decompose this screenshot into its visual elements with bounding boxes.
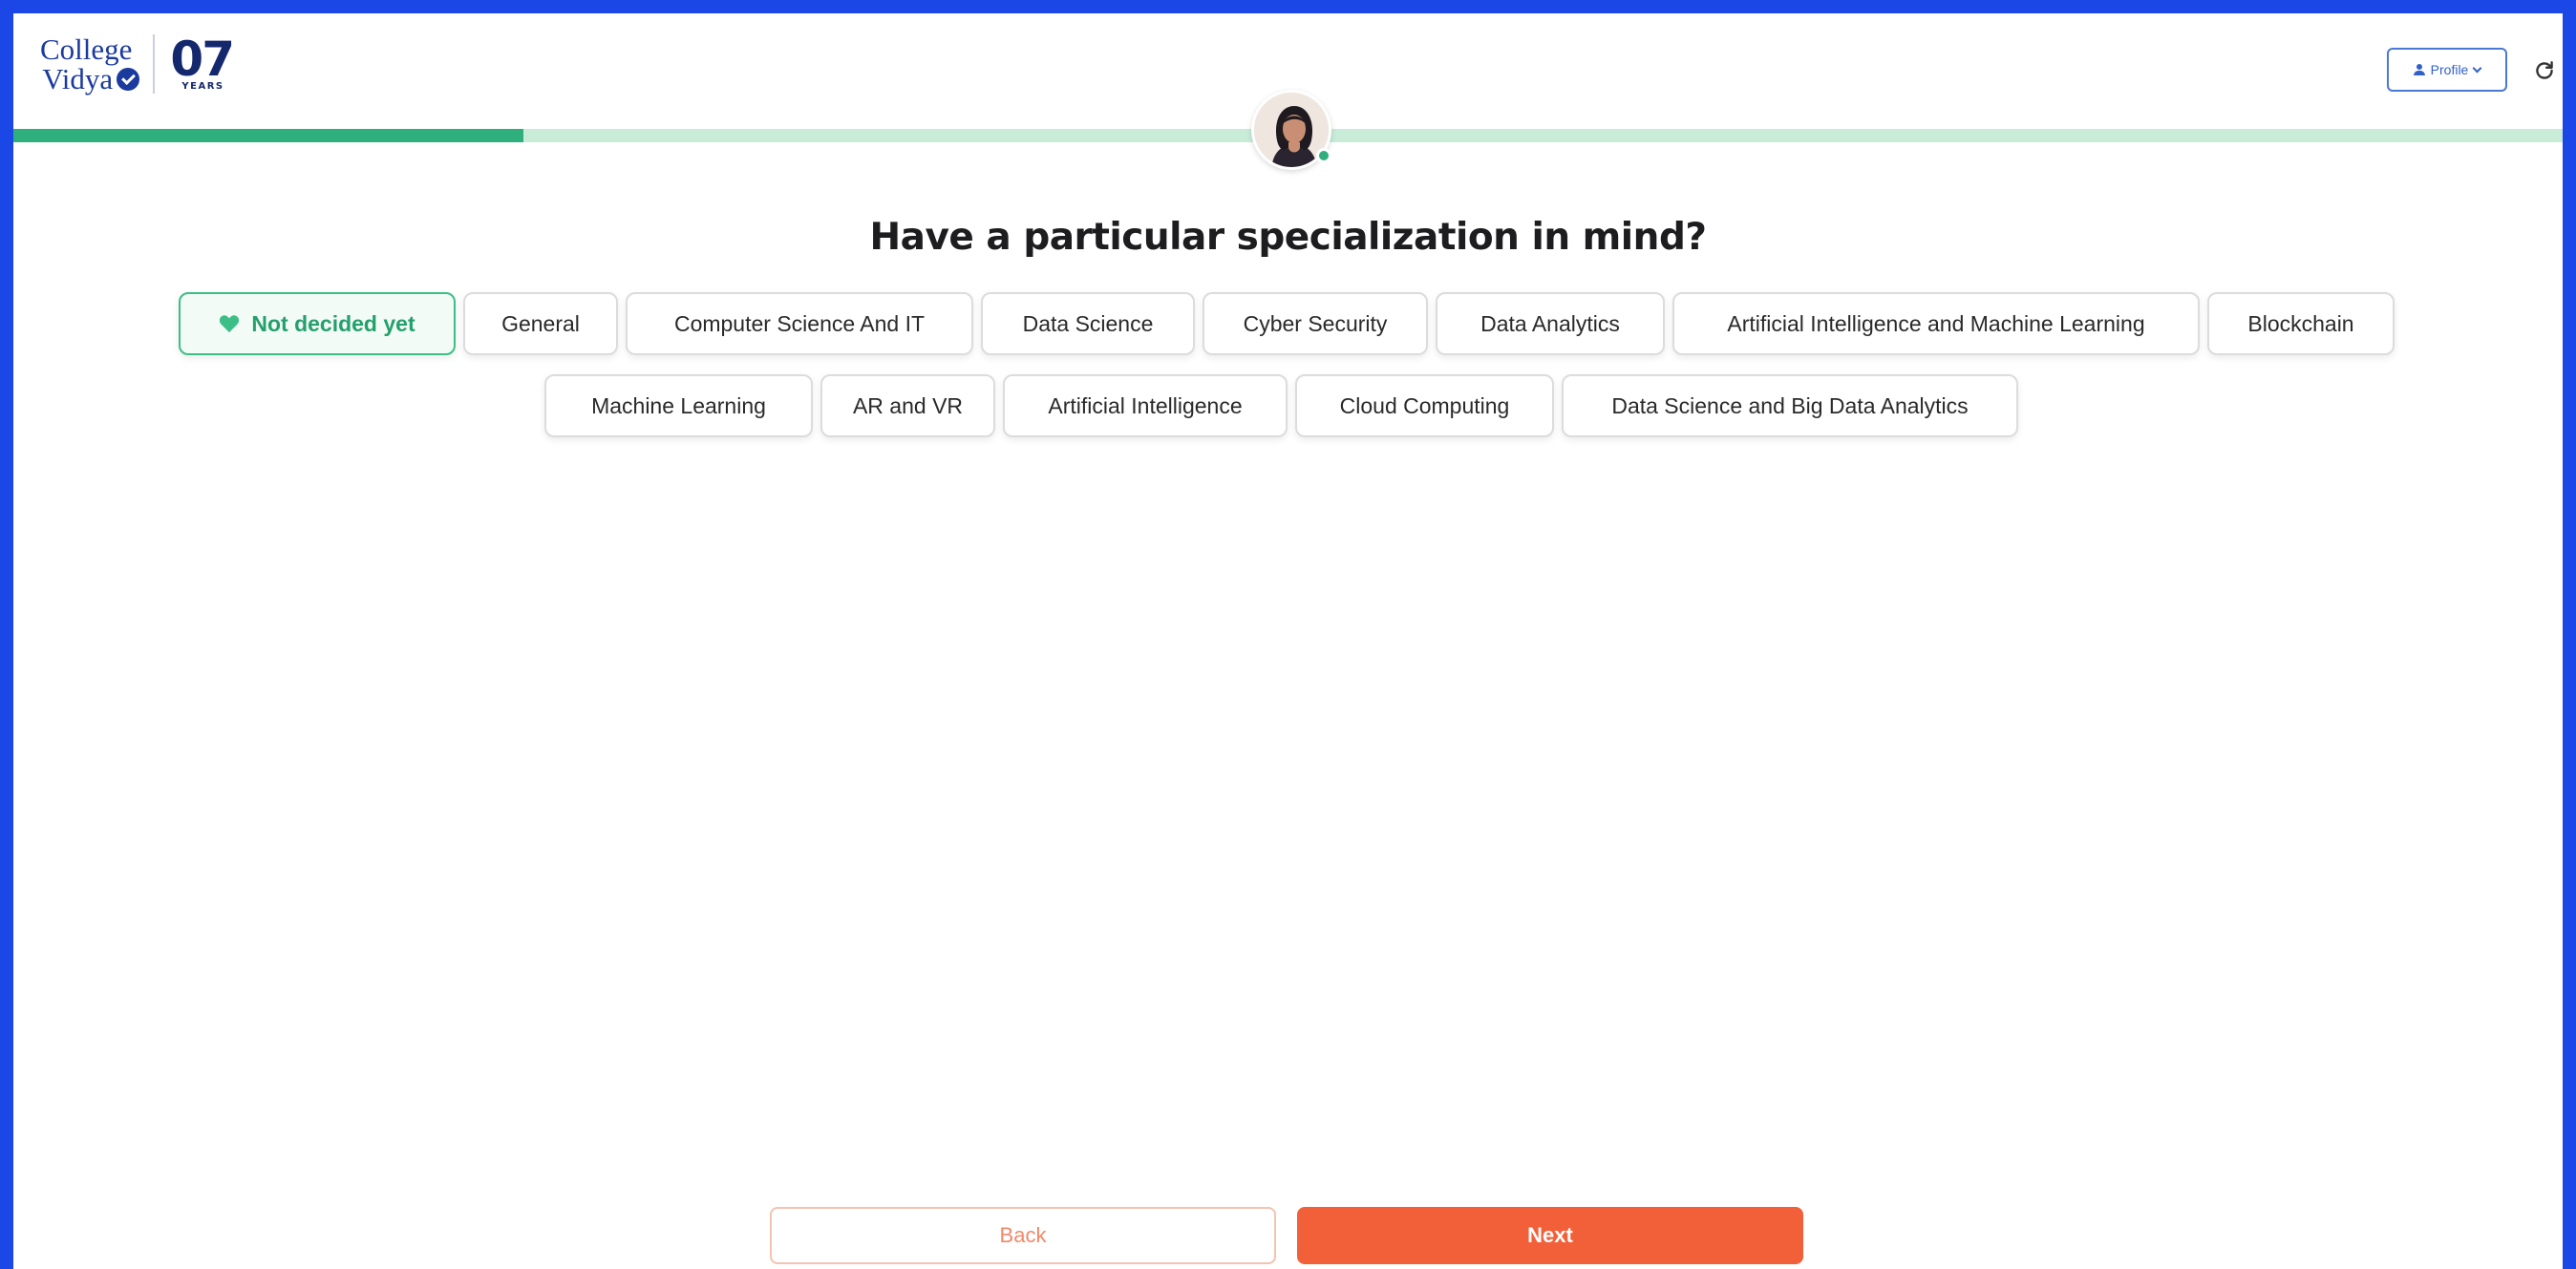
app-window: College Vidya 07 YEARS Profile Have a pa… <box>13 13 2563 1269</box>
option-ai-and-ml[interactable]: Artificial Intelligence and Machine Lear… <box>1672 292 2200 355</box>
chevron-down-icon <box>2472 63 2482 73</box>
option-label: Blockchain <box>2247 310 2354 336</box>
back-button[interactable]: Back <box>770 1207 1276 1264</box>
profile-dropdown-button[interactable]: Profile <box>2387 48 2507 92</box>
option-artificial-intelligence[interactable]: Artificial Intelligence <box>1003 374 1288 437</box>
option-label: Cyber Security <box>1243 310 1388 336</box>
progress-bar-fill <box>13 129 523 142</box>
option-label: Computer Science And IT <box>673 310 926 336</box>
years-badge: 07 YEARS <box>170 31 235 92</box>
option-cyber-security[interactable]: Cyber Security <box>1203 292 1428 355</box>
years-label: YEARS <box>181 80 224 92</box>
next-button[interactable]: Next <box>1297 1207 1803 1264</box>
question-title: Have a particular specialization in mind… <box>869 216 1707 259</box>
option-computer-science-and-it[interactable]: Computer Science And IT <box>626 292 973 355</box>
option-label: Data Science <box>1022 310 1154 336</box>
refresh-icon[interactable] <box>2532 58 2557 83</box>
option-general[interactable]: General <box>463 292 618 355</box>
option-label: Cloud Computing <box>1339 392 1510 418</box>
heart-icon <box>220 315 240 333</box>
option-label: Artificial Intelligence and Machine Lear… <box>1727 310 2145 336</box>
profile-label: Profile <box>2430 62 2469 77</box>
online-status-dot <box>1316 148 1331 163</box>
option-data-science-and-big-data-analytics[interactable]: Data Science and Big Data Analytics <box>1562 374 2018 437</box>
option-blockchain[interactable]: Blockchain <box>2207 292 2395 355</box>
years-number: 07 <box>170 31 235 87</box>
college-vidya-logo[interactable]: College Vidya 07 YEARS <box>40 31 235 94</box>
logo-divider <box>153 34 156 94</box>
option-not-decided-yet[interactable]: Not decided yet <box>179 292 456 355</box>
option-data-science[interactable]: Data Science <box>981 292 1195 355</box>
option-label: Data Analytics <box>1480 310 1620 336</box>
option-label: AR and VR <box>852 392 964 418</box>
option-label: Data Science and Big Data Analytics <box>1611 392 1969 418</box>
logo-check-icon <box>117 68 140 91</box>
option-data-analytics[interactable]: Data Analytics <box>1436 292 1665 355</box>
option-label: Not decided yet <box>251 310 415 336</box>
logo-wordmark: College Vidya <box>40 32 140 94</box>
option-label: General <box>501 310 580 336</box>
option-ar-and-vr[interactable]: AR and VR <box>820 374 995 437</box>
option-cloud-computing[interactable]: Cloud Computing <box>1295 374 1554 437</box>
logo-line-1: College <box>40 32 133 66</box>
option-machine-learning[interactable]: Machine Learning <box>544 374 813 437</box>
user-icon <box>2413 64 2425 75</box>
option-label: Artificial Intelligence <box>1048 392 1243 418</box>
option-label: Machine Learning <box>591 392 766 418</box>
